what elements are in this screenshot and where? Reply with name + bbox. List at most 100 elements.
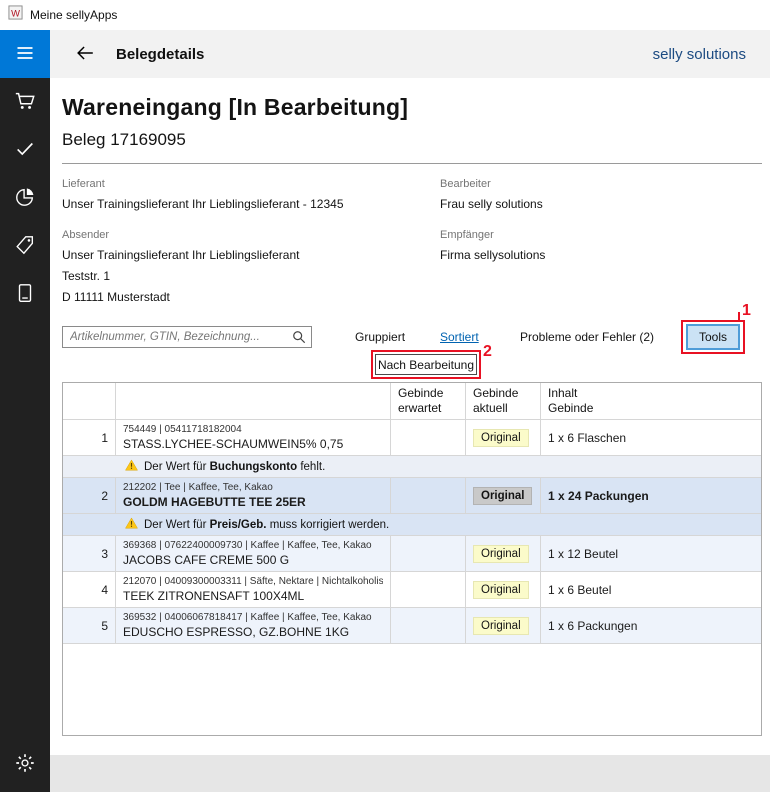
- annotation-number-2: 2: [483, 343, 492, 361]
- row-description: 754449 | 05411718182004 STASS.LYCHEE-SCH…: [116, 420, 391, 455]
- row-description: 212202 | Tee | Kaffee, Tee, Kakao GOLDM …: [116, 478, 391, 513]
- field-bearbeiter: Bearbeiter Frau selly solutions: [440, 178, 740, 211]
- row-number: 5: [63, 608, 116, 643]
- app-window: W Meine sellyApps: [0, 0, 770, 792]
- cell-gebinde-erwartet: [391, 478, 466, 513]
- main: Wareneingang [In Bearbeitung] Beleg 1716…: [50, 94, 770, 736]
- cell-gebinde-aktuell: Original: [466, 572, 541, 607]
- warning-row: Der Wert für Buchungskonto fehlt.: [63, 456, 761, 478]
- row-number: 1: [63, 420, 116, 455]
- field-empfaenger: Empfänger Firma sellysolutions: [440, 229, 740, 262]
- cell-gebinde-aktuell: Original: [466, 608, 541, 643]
- back-arrow-icon: [74, 42, 96, 67]
- search-box: [62, 326, 312, 348]
- status-badge: Original: [473, 545, 529, 563]
- brand-label: selly solutions: [653, 46, 746, 63]
- warning-text: Der Wert für Buchungskonto fehlt.: [144, 461, 325, 473]
- row-meta: 369368 | 07622400009730 | Kaffee | Kaffe…: [123, 540, 383, 551]
- table-row[interactable]: 4 212070 | 04009300003311 | Säfte, Nekta…: [63, 572, 761, 608]
- row-name: EDUSCHO ESPRESSO, GZ.BOHNE 1KG: [123, 625, 383, 639]
- table-empty-area: [63, 644, 761, 735]
- status-badge: Original: [473, 487, 532, 505]
- cell-gebinde-erwartet: [391, 536, 466, 571]
- field-label: Empfänger: [440, 229, 740, 241]
- row-name: TEEK ZITRONENSAFT 100X4ML: [123, 589, 383, 603]
- header-inhalt-gebinde: Inhalt Gebinde: [541, 383, 761, 419]
- probleme-link[interactable]: Probleme oder Fehler (2): [520, 330, 654, 344]
- row-description: 212070 | 04009300003311 | Säfte, Nektare…: [116, 572, 391, 607]
- sidebar-item-tasks[interactable]: [0, 126, 50, 174]
- warning-triangle-icon: [125, 517, 138, 532]
- titlebar: W Meine sellyApps: [0, 0, 770, 30]
- cell-gebinde-erwartet: [391, 608, 466, 643]
- hamburger-icon: [15, 43, 35, 66]
- row-number: 4: [63, 572, 116, 607]
- header-description: [116, 383, 391, 419]
- toolbar: Gruppiert Sortiert Probleme oder Fehler …: [62, 324, 762, 380]
- sidebar-item-reports[interactable]: [0, 174, 50, 222]
- sortiert-link[interactable]: Sortiert: [440, 330, 479, 344]
- check-icon: [14, 138, 36, 163]
- field-label: Absender: [62, 229, 422, 241]
- sidebar: [0, 30, 50, 792]
- footer-strip: [50, 755, 770, 792]
- price-tag-icon: [14, 234, 36, 259]
- gruppiert-link[interactable]: Gruppiert: [355, 330, 405, 344]
- warning-triangle-icon: [125, 459, 138, 474]
- sort-mode-box[interactable]: Nach Bearbeitung: [375, 354, 477, 375]
- status-badge: Original: [473, 617, 529, 635]
- table-row[interactable]: 1 754449 | 05411718182004 STASS.LYCHEE-S…: [63, 420, 761, 456]
- field-value: Unser Trainingslieferant Ihr Lieblingsli…: [62, 197, 422, 211]
- row-meta: 369532 | 04006067818417 | Kaffee | Kaffe…: [123, 612, 383, 623]
- field-value: D 11111 Musterstadt: [62, 290, 422, 304]
- cell-gebinde-erwartet: [391, 420, 466, 455]
- svg-text:W: W: [11, 8, 20, 18]
- sidebar-item-settings[interactable]: [0, 740, 50, 788]
- field-value: Teststr. 1: [62, 269, 422, 283]
- table-row[interactable]: 3 369368 | 07622400009730 | Kaffee | Kaf…: [63, 536, 761, 572]
- row-number: 3: [63, 536, 116, 571]
- page-title: Belegdetails: [116, 46, 204, 63]
- tools-button[interactable]: Tools: [686, 324, 740, 350]
- cell-inhalt: 1 x 24 Packungen: [541, 478, 761, 513]
- cell-inhalt: 1 x 6 Packungen: [541, 608, 761, 643]
- row-number: 2: [63, 478, 116, 513]
- row-meta: 754449 | 05411718182004: [123, 424, 383, 435]
- search-input[interactable]: [62, 326, 312, 348]
- cell-gebinde-aktuell: Original: [466, 536, 541, 571]
- row-description: 369532 | 04006067818417 | Kaffee | Kaffe…: [116, 608, 391, 643]
- window-title: Meine sellyApps: [30, 8, 117, 22]
- cell-gebinde-erwartet: [391, 572, 466, 607]
- row-meta: 212070 | 04009300003311 | Säfte, Nektare…: [123, 576, 383, 587]
- pie-chart-icon: [14, 186, 36, 211]
- table-header-row: Gebinde erwartet Gebinde aktuell Inhalt …: [63, 383, 761, 420]
- document-subtitle: Beleg 17169095: [62, 130, 762, 150]
- back-button[interactable]: [74, 42, 96, 67]
- table-row-selected[interactable]: 2 212202 | Tee | Kaffee, Tee, Kakao GOLD…: [63, 478, 761, 514]
- content-area: Belegdetails selly solutions Wareneingan…: [50, 30, 770, 792]
- cell-inhalt: 1 x 6 Beutel: [541, 572, 761, 607]
- table-row[interactable]: 5 369532 | 04006067818417 | Kaffee | Kaf…: [63, 608, 761, 644]
- menu-button[interactable]: [0, 30, 50, 78]
- row-name: GOLDM HAGEBUTTE TEE 25ER: [123, 495, 383, 509]
- cell-gebinde-aktuell: Original: [466, 478, 541, 513]
- warning-text: Der Wert für Preis/Geb. muss korrigiert …: [144, 519, 389, 531]
- document-title: Wareneingang [In Bearbeitung]: [62, 94, 762, 121]
- row-name: JACOBS CAFE CREME 500 G: [123, 553, 383, 567]
- row-description: 369368 | 07622400009730 | Kaffee | Kaffe…: [116, 536, 391, 571]
- field-label: Lieferant: [62, 178, 422, 190]
- row-meta: 212202 | Tee | Kaffee, Tee, Kakao: [123, 482, 383, 493]
- warning-row: Der Wert für Preis/Geb. muss korrigiert …: [63, 514, 761, 536]
- header-gebinde-erwartet: Gebinde erwartet: [391, 383, 466, 419]
- header-number: [63, 383, 116, 419]
- row-name: STASS.LYCHEE-SCHAUMWEIN5% 0,75: [123, 437, 383, 451]
- field-label: Bearbeiter: [440, 178, 740, 190]
- document-icon: [14, 282, 36, 307]
- field-absender: Absender Unser Trainingslieferant Ihr Li…: [62, 229, 422, 304]
- search-icon[interactable]: [292, 330, 306, 349]
- cell-inhalt: 1 x 6 Flaschen: [541, 420, 761, 455]
- sidebar-item-orders[interactable]: [0, 78, 50, 126]
- sidebar-item-documents[interactable]: [0, 270, 50, 318]
- sidebar-item-prices[interactable]: [0, 222, 50, 270]
- page-header: Belegdetails selly solutions: [50, 30, 770, 78]
